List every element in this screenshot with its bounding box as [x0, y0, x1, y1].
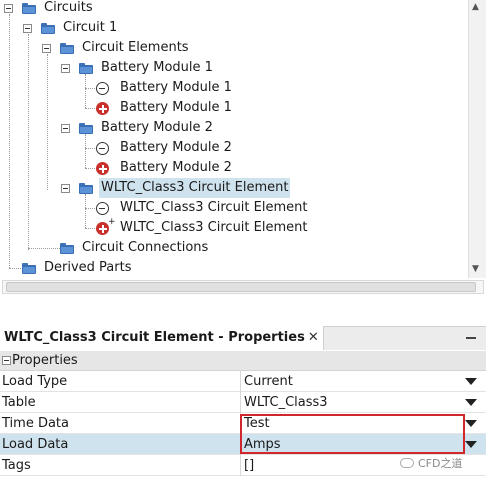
folder-icon — [22, 3, 36, 14]
properties-tab-title: WLTC_Class3 Circuit Element - Properties — [4, 330, 305, 345]
collapse-toggle[interactable] — [61, 184, 70, 193]
property-name: Tags — [2, 458, 31, 473]
tree-guide-line — [85, 208, 95, 209]
tree-item-wltc-class3-circuit-element[interactable]: WLTC_Class3 Circuit Element — [99, 178, 291, 198]
tree-item-label: Battery Module 1 — [120, 80, 232, 95]
scroll-down-arrow-icon[interactable]: ▼ — [472, 264, 479, 274]
tree-item-circuit-connections[interactable]: Circuit Connections — [80, 238, 210, 258]
property-value[interactable]: WLTC_Class3 — [244, 392, 328, 413]
tree-guide-line — [85, 108, 95, 109]
positive-terminal-icon — [96, 102, 109, 115]
property-name: Table — [2, 395, 36, 410]
tree-item-label: Battery Module 2 — [101, 120, 213, 135]
tree-guide-line — [85, 168, 95, 169]
property-row-load-type[interactable]: Load Type Current — [0, 371, 486, 392]
property-name: Load Data — [2, 437, 69, 452]
property-value[interactable]: Amps — [244, 434, 281, 455]
tree-item-circuits[interactable]: Circuits — [42, 0, 95, 18]
folder-icon — [79, 123, 93, 134]
watermark-text: CFD之道 — [418, 457, 463, 470]
tree-guide-line — [9, 14, 10, 268]
folder-icon — [22, 263, 36, 274]
tree-item-label: WLTC_Class3 Circuit Element — [120, 200, 308, 215]
tree-item-label: WLTC_Class3 Circuit Element — [99, 178, 291, 198]
tree-item-label: Circuit 1 — [63, 20, 118, 35]
tree-guide-line — [47, 54, 48, 190]
column-divider — [240, 455, 241, 476]
tree-item-battery-module-1[interactable]: Battery Module 1 — [99, 58, 215, 78]
simulation-tree: Circuits Circuit 1 Circuit Elements Batt… — [0, 0, 486, 278]
property-value[interactable]: [] — [244, 455, 254, 476]
scroll-up-arrow-icon[interactable]: ▲ — [472, 2, 479, 12]
positive-sign-mark: + — [108, 217, 116, 227]
collapse-toggle[interactable] — [4, 4, 13, 13]
dropdown-arrow-icon[interactable] — [465, 378, 477, 385]
tree-guide-line — [85, 228, 95, 229]
column-divider — [240, 371, 241, 392]
horizontal-scrollbar-thumb[interactable] — [6, 282, 476, 292]
tree-item-label: Battery Module 1 — [120, 100, 232, 115]
dropdown-arrow-icon[interactable] — [465, 420, 477, 427]
properties-group-label: Properties — [12, 353, 78, 368]
properties-tab[interactable]: WLTC_Class3 Circuit Element - Properties… — [0, 326, 324, 350]
tree-item-label: WLTC_Class3 Circuit Element — [120, 220, 308, 235]
collapse-toggle[interactable] — [61, 64, 70, 73]
panel-spacer — [0, 296, 486, 326]
property-name: Load Type — [2, 374, 68, 389]
property-row-table[interactable]: Table WLTC_Class3 — [0, 392, 486, 413]
wechat-icon — [400, 458, 414, 468]
tree-guide-line — [28, 248, 60, 249]
collapse-toggle[interactable] — [2, 356, 11, 365]
positive-terminal-icon — [96, 162, 109, 175]
tree-item-battery-module-1-negative[interactable]: Battery Module 1 — [118, 78, 234, 98]
negative-terminal-icon — [96, 142, 109, 155]
folder-icon — [60, 43, 74, 54]
dropdown-arrow-icon[interactable] — [465, 399, 477, 406]
column-divider — [240, 413, 241, 434]
tree-item-label: Battery Module 2 — [120, 140, 232, 155]
collapse-toggle[interactable] — [23, 24, 32, 33]
tree-item-derived-parts[interactable]: Derived Parts — [42, 258, 133, 278]
tree-vertical-scrollbar[interactable] — [468, 0, 486, 278]
tree-guide-line — [85, 194, 86, 228]
minimize-icon[interactable] — [466, 337, 476, 339]
column-divider — [240, 392, 241, 413]
tree-item-wltc-positive[interactable]: WLTC_Class3 Circuit Element — [118, 218, 309, 238]
collapse-toggle[interactable] — [61, 124, 70, 133]
tree-guide-line — [85, 148, 95, 149]
tree-guide-line — [9, 268, 21, 269]
tree-item-label: Battery Module 2 — [120, 160, 232, 175]
folder-icon — [60, 243, 74, 254]
negative-terminal-icon — [96, 82, 109, 95]
property-row-time-data[interactable]: Time Data Test — [0, 413, 486, 434]
tree-item-label: Circuit Connections — [82, 240, 209, 255]
tree-guide-line — [28, 34, 29, 250]
tree-item-circuit-1[interactable]: Circuit 1 — [61, 18, 119, 38]
dropdown-arrow-icon[interactable] — [465, 441, 477, 448]
tree-item-battery-module-2-positive[interactable]: Battery Module 2 — [118, 158, 234, 178]
tree-item-battery-module-2[interactable]: Battery Module 2 — [99, 118, 215, 138]
tree-item-battery-module-1-positive[interactable]: Battery Module 1 — [118, 98, 234, 118]
close-icon[interactable]: ✕ — [308, 326, 319, 350]
folder-icon — [79, 63, 93, 74]
property-name: Time Data — [2, 416, 69, 431]
tree-item-circuit-elements[interactable]: Circuit Elements — [80, 38, 191, 58]
column-divider — [240, 434, 241, 455]
folder-icon — [41, 23, 55, 34]
folder-icon — [79, 183, 93, 194]
tree-item-battery-module-2-negative[interactable]: Battery Module 2 — [118, 138, 234, 158]
tree-item-wltc-negative[interactable]: WLTC_Class3 Circuit Element — [118, 198, 309, 218]
tree-item-label: Battery Module 1 — [101, 60, 213, 75]
tree-item-label: Circuit Elements — [82, 40, 189, 55]
property-value[interactable]: Current — [244, 371, 293, 392]
negative-terminal-icon — [96, 202, 109, 215]
tree-guide-line — [85, 134, 86, 168]
property-row-load-data[interactable]: Load Data Amps — [0, 434, 486, 455]
tree-item-label: Derived Parts — [44, 260, 132, 275]
property-value[interactable]: Test — [244, 413, 270, 434]
tree-guide-line — [85, 74, 86, 108]
collapse-toggle[interactable] — [42, 44, 51, 53]
tree-guide-line — [85, 88, 95, 89]
tree-item-label: Circuits — [44, 0, 93, 15]
